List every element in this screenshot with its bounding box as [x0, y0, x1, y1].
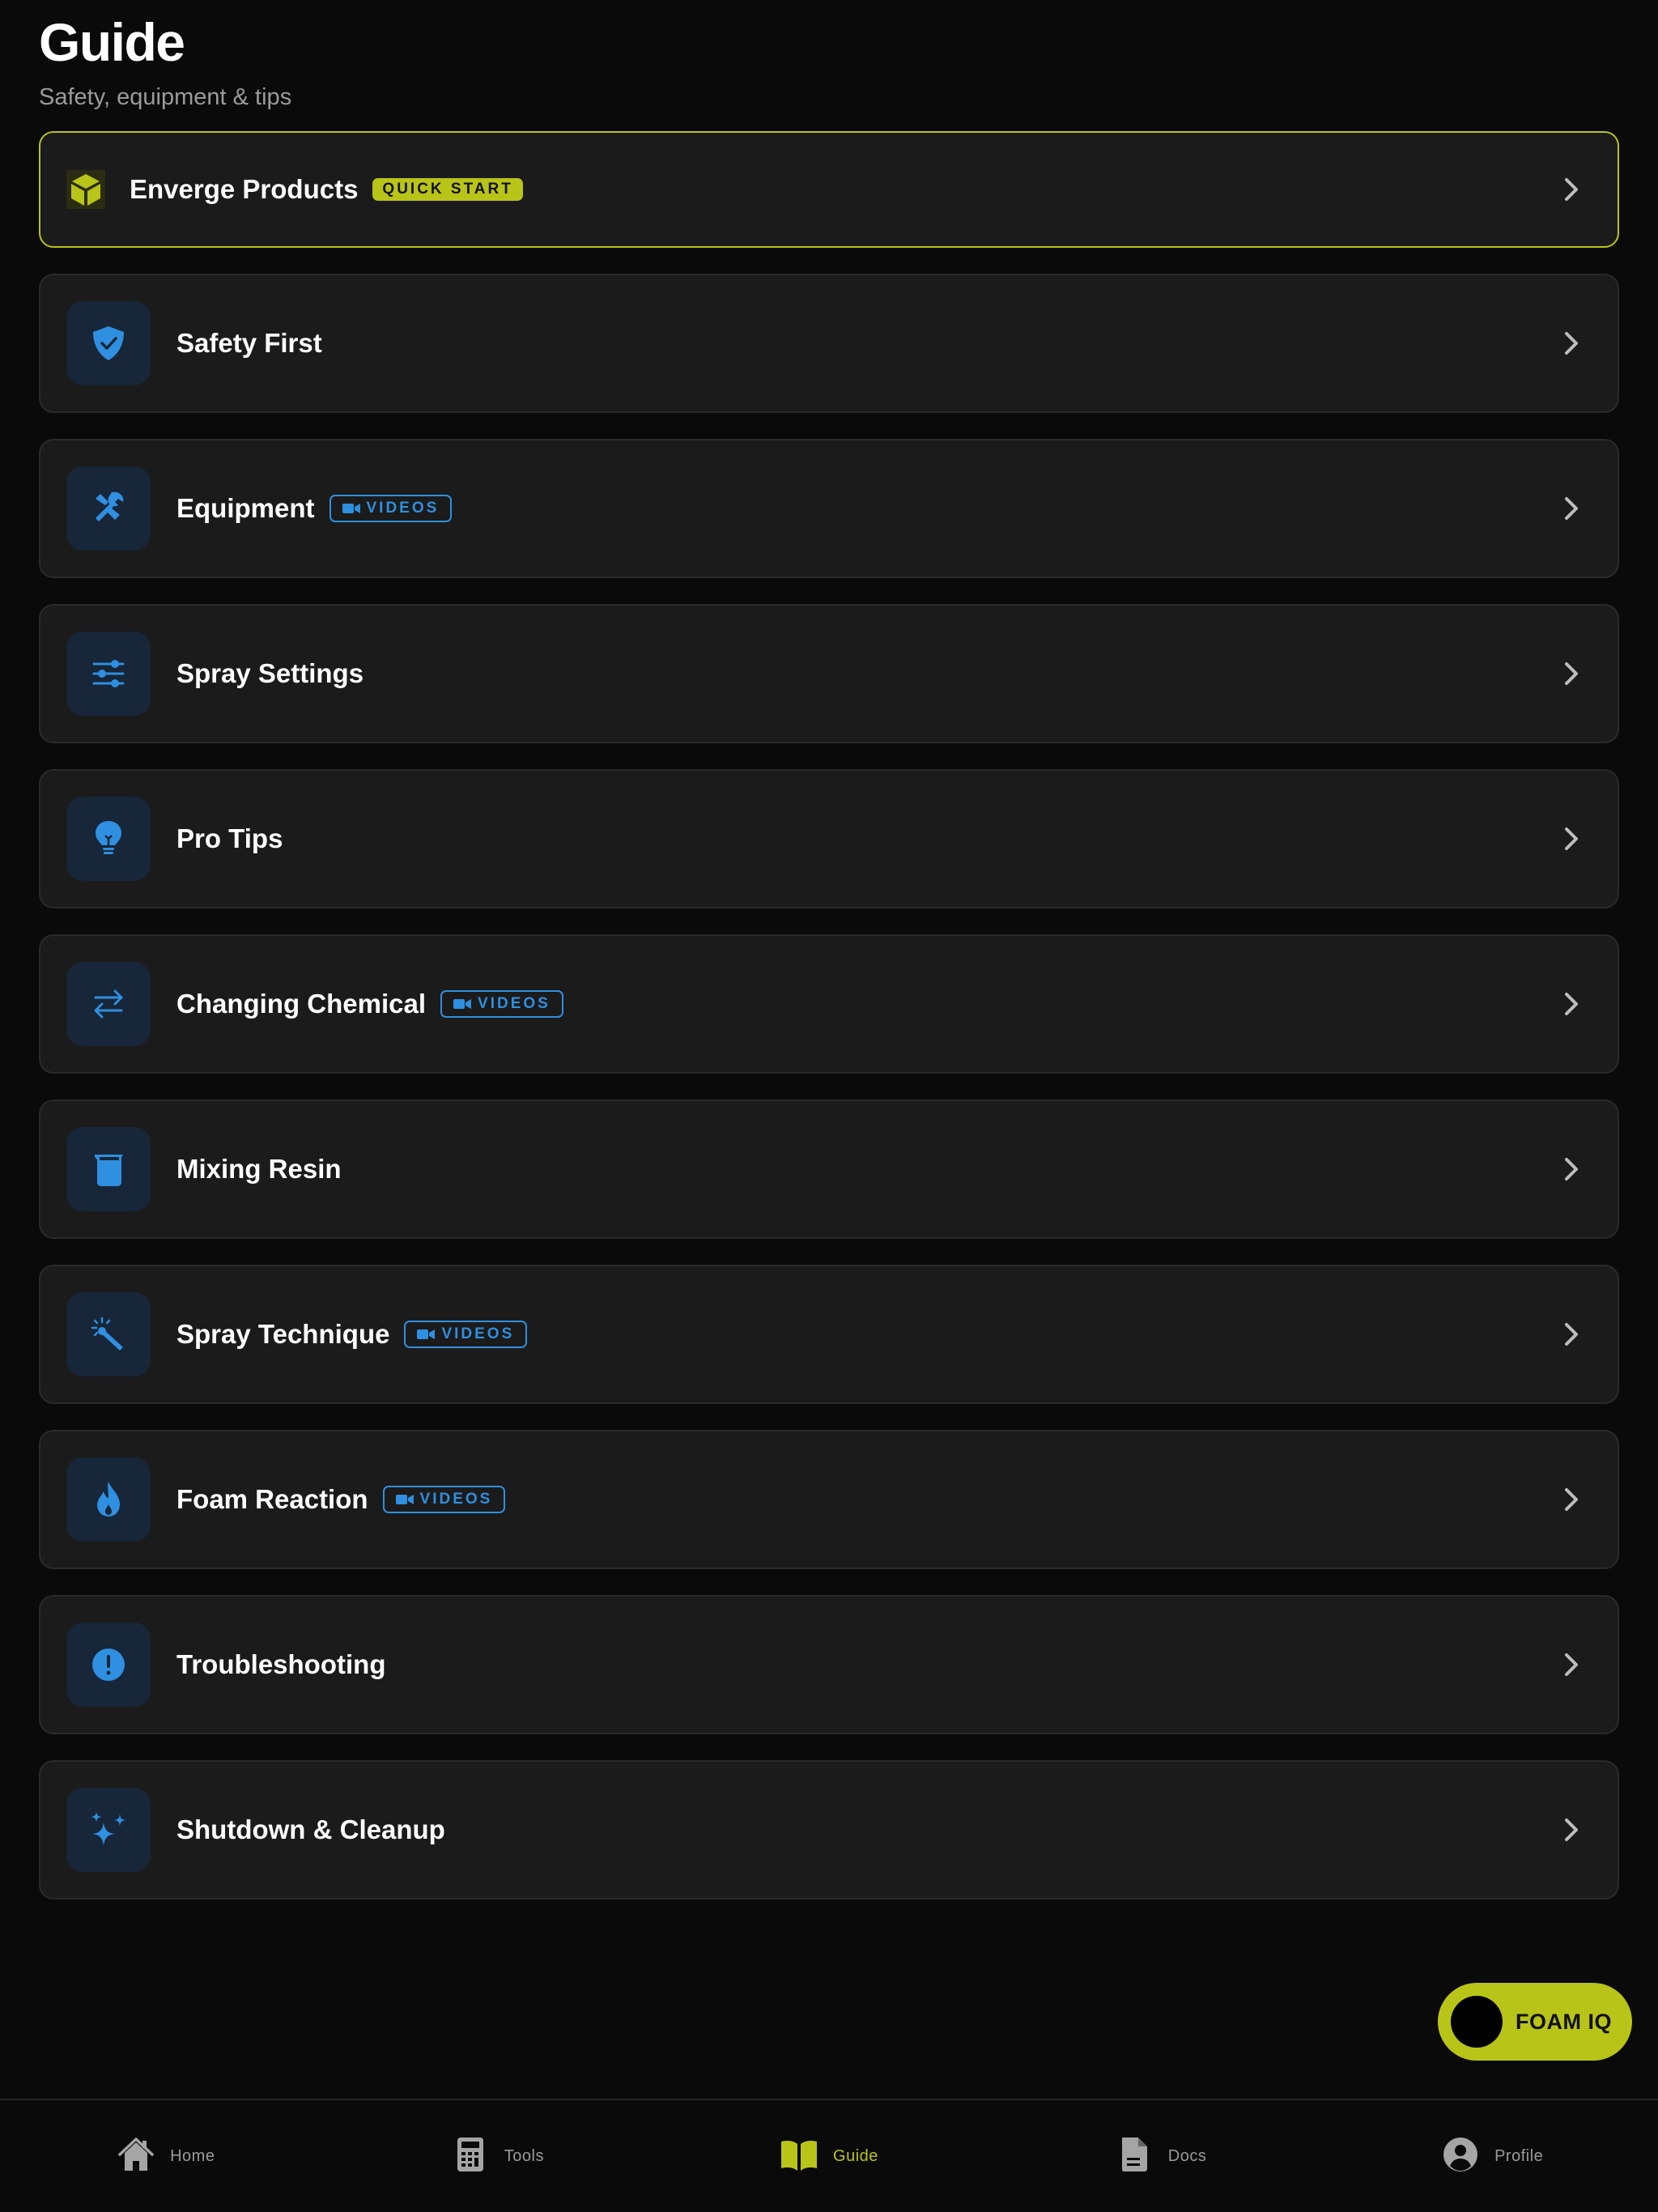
tab-docs[interactable]: Docs	[995, 2100, 1327, 2212]
shield-check-icon	[66, 301, 151, 385]
chevron-right-icon	[1559, 173, 1584, 206]
tab-label: Home	[170, 2146, 215, 2165]
page-subtitle: Safety, equipment & tips	[39, 84, 292, 110]
chevron-right-icon	[1559, 1318, 1584, 1351]
guide-item-pro-tips[interactable]: Pro Tips	[39, 769, 1619, 908]
guide-item-title: Mixing Resin	[176, 1154, 342, 1184]
foam-iq-avatar	[1451, 1996, 1503, 2048]
guide-item-title: Shutdown & Cleanup	[176, 1814, 445, 1844]
guide-item-title: Enverge Products	[130, 174, 359, 204]
video-camera-icon	[453, 999, 472, 1009]
flame-icon	[66, 1457, 151, 1542]
book-icon	[780, 2135, 818, 2178]
guide-list: Enverge Products QUICK START Safety Firs…	[39, 131, 1619, 1925]
foam-iq-label: FOAM IQ	[1516, 2009, 1612, 2034]
videos-badge: VIDEOS	[382, 1486, 506, 1513]
chevron-right-icon	[1559, 327, 1584, 359]
guide-item-safety-first[interactable]: Safety First	[39, 274, 1619, 413]
sliders-icon	[66, 632, 151, 716]
sparkles-icon	[66, 1788, 151, 1872]
guide-item-shutdown-cleanup[interactable]: Shutdown & Cleanup	[39, 1760, 1619, 1899]
videos-badge-label: VIDEOS	[419, 1491, 493, 1508]
guide-item-title: Changing Chemical	[176, 989, 427, 1019]
calculator-icon	[451, 2135, 490, 2178]
beaker-icon	[66, 1127, 151, 1211]
tab-home[interactable]: Home	[0, 2100, 332, 2212]
chevron-right-icon	[1559, 657, 1584, 690]
videos-badge: VIDEOS	[440, 990, 563, 1018]
guide-item-spray-settings[interactable]: Spray Settings	[39, 604, 1619, 743]
chevron-right-icon	[1559, 823, 1584, 855]
document-icon	[1115, 2135, 1154, 2178]
guide-item-title: Foam Reaction	[176, 1484, 368, 1514]
guide-screen: Guide Safety, equipment & tips Enverge P…	[0, 0, 1658, 2212]
guide-item-equipment[interactable]: Equipment VIDEOS	[39, 439, 1619, 578]
lightbulb-icon	[66, 797, 151, 881]
guide-item-title: Spray Settings	[176, 658, 364, 688]
videos-badge-label: VIDEOS	[441, 1325, 515, 1342]
guide-item-foam-reaction[interactable]: Foam Reaction VIDEOS	[39, 1430, 1619, 1569]
alert-circle-icon	[66, 1623, 151, 1707]
tab-label: Guide	[833, 2146, 878, 2165]
video-camera-icon	[395, 1495, 414, 1504]
videos-badge-label: VIDEOS	[366, 500, 440, 517]
tab-label: Tools	[504, 2146, 544, 2165]
videos-badge: VIDEOS	[329, 495, 453, 522]
page-header: Guide Safety, equipment & tips	[39, 10, 291, 111]
home-icon	[117, 2135, 155, 2178]
foam-iq-button[interactable]: FOAM IQ	[1438, 1983, 1632, 2061]
guide-item-title: Spray Technique	[176, 1319, 390, 1349]
magic-wand-icon	[66, 1292, 151, 1376]
guide-item-spray-technique[interactable]: Spray Technique VIDEOS	[39, 1265, 1619, 1404]
tools-icon	[66, 466, 151, 551]
tab-profile[interactable]: Profile	[1326, 2100, 1658, 2212]
chevron-right-icon	[1559, 1483, 1584, 1516]
swap-arrows-icon	[66, 962, 151, 1046]
quick-start-badge: QUICK START	[372, 178, 523, 201]
video-camera-icon	[342, 504, 360, 513]
bottom-tab-bar: Home Tools Guide Docs Profile	[0, 2099, 1658, 2212]
tab-label: Docs	[1167, 2146, 1207, 2165]
video-camera-icon	[417, 1329, 436, 1339]
guide-item-title: Equipment	[176, 493, 315, 523]
tab-guide[interactable]: Guide	[663, 2100, 995, 2212]
guide-item-title: Safety First	[176, 328, 322, 358]
tab-label: Profile	[1494, 2146, 1544, 2165]
cube-icon	[66, 170, 105, 209]
tab-tools[interactable]: Tools	[332, 2100, 664, 2212]
chevron-right-icon	[1559, 1648, 1584, 1681]
guide-item-changing-chemical[interactable]: Changing Chemical VIDEOS	[39, 934, 1619, 1074]
videos-badge-label: VIDEOS	[478, 995, 551, 1012]
chevron-right-icon	[1559, 492, 1584, 525]
guide-item-title: Pro Tips	[176, 823, 283, 853]
chevron-right-icon	[1559, 1153, 1584, 1185]
guide-item-troubleshooting[interactable]: Troubleshooting	[39, 1595, 1619, 1734]
chevron-right-icon	[1559, 988, 1584, 1020]
guide-item-mixing-resin[interactable]: Mixing Resin	[39, 1100, 1619, 1239]
guide-item-enverge-products[interactable]: Enverge Products QUICK START	[39, 131, 1619, 248]
chevron-right-icon	[1559, 1814, 1584, 1846]
user-circle-icon	[1441, 2135, 1480, 2178]
guide-item-title: Troubleshooting	[176, 1649, 386, 1679]
videos-badge: VIDEOS	[404, 1321, 528, 1348]
page-title: Guide	[39, 12, 185, 72]
